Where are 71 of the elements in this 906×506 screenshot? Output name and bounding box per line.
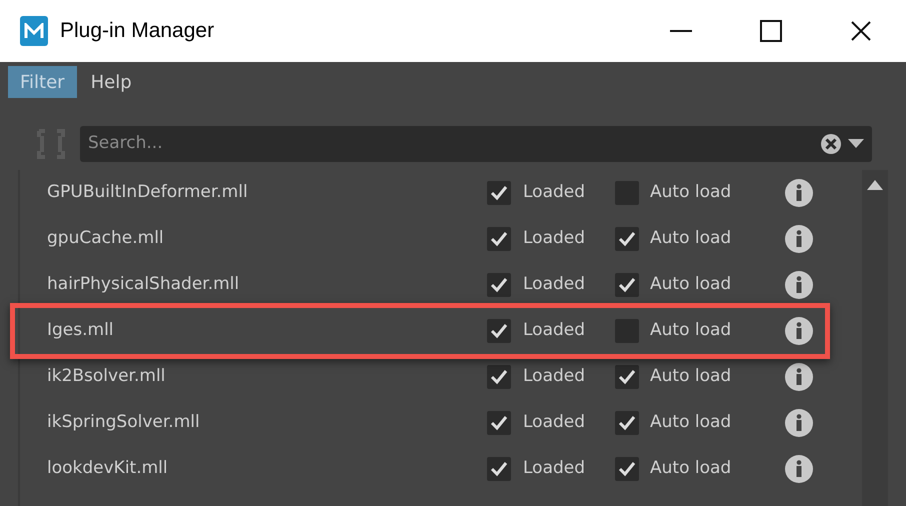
app-logo-icon xyxy=(20,16,48,46)
auto-load-label: Auto load xyxy=(650,365,732,388)
plugin-name: lookdevKit.mll xyxy=(47,457,169,480)
checkbox[interactable] xyxy=(615,457,639,481)
checkbox[interactable] xyxy=(615,227,639,251)
info-icon[interactable] xyxy=(785,225,813,253)
checkmark-icon xyxy=(618,461,636,477)
loaded-label: Loaded xyxy=(523,181,586,204)
plugin-row[interactable]: Iges.mll Loaded Auto load xyxy=(10,303,830,359)
scrollbar[interactable] xyxy=(862,170,888,506)
loaded-label: Loaded xyxy=(523,411,586,434)
search-field[interactable]: Search... xyxy=(80,126,872,162)
dropdown-caret-icon[interactable] xyxy=(848,139,864,149)
plugin-name: ikSpringSolver.mll xyxy=(47,411,201,434)
close-icon xyxy=(850,20,872,42)
checkbox[interactable] xyxy=(615,181,639,205)
checkbox[interactable] xyxy=(487,181,511,205)
info-icon[interactable] xyxy=(785,455,813,483)
auto-load-label: Auto load xyxy=(650,227,732,250)
checkmark-icon xyxy=(618,277,636,293)
plugin-row[interactable]: lookdevKit.mll Loaded Auto load xyxy=(20,446,862,492)
checkmark-icon xyxy=(490,277,508,293)
loaded-label: Loaded xyxy=(523,319,586,342)
info-icon[interactable] xyxy=(785,179,813,207)
plugin-row[interactable]: ikSpringSolver.mll Loaded Auto load xyxy=(20,400,862,446)
auto-load-label: Auto load xyxy=(650,411,732,434)
menu-item[interactable]: Help xyxy=(78,66,144,98)
checkbox[interactable] xyxy=(487,365,511,389)
plugin-name: hairPhysicalShader.mll xyxy=(47,273,240,296)
checkmark-icon xyxy=(490,231,508,247)
checkmark-icon xyxy=(618,369,636,385)
plugin-name: gpuCache.mll xyxy=(47,227,165,250)
checkbox[interactable] xyxy=(615,411,639,435)
checkmark-icon xyxy=(618,415,636,431)
clear-icon[interactable] xyxy=(820,133,842,155)
checkbox[interactable] xyxy=(487,273,511,297)
checkbox[interactable] xyxy=(487,457,511,481)
checkmark-icon xyxy=(490,415,508,431)
search-input[interactable]: Search... xyxy=(88,131,820,157)
checkbox[interactable] xyxy=(615,365,639,389)
window-title: Plug-in Manager xyxy=(60,18,214,44)
checkmark-icon xyxy=(490,323,508,339)
checkbox[interactable] xyxy=(615,319,639,343)
maximize-icon xyxy=(760,20,782,42)
checkmark-icon xyxy=(618,231,636,247)
loaded-label: Loaded xyxy=(523,457,586,480)
info-icon[interactable] xyxy=(785,271,813,299)
scroll-up-icon[interactable] xyxy=(867,180,883,190)
checkmark-icon xyxy=(490,461,508,477)
checkbox[interactable] xyxy=(487,411,511,435)
auto-load-label: Auto load xyxy=(650,181,732,204)
info-icon[interactable] xyxy=(785,317,813,345)
plugin-name: Iges.mll xyxy=(47,319,115,342)
checkbox[interactable] xyxy=(487,227,511,251)
loaded-label: Loaded xyxy=(523,227,586,250)
plugin-row[interactable]: GPUBuiltInDeformer.mll Loaded Auto load xyxy=(20,170,862,216)
info-icon[interactable] xyxy=(785,363,813,391)
checkbox[interactable] xyxy=(487,319,511,343)
plugin-name: GPUBuiltInDeformer.mll xyxy=(47,181,249,204)
auto-load-label: Auto load xyxy=(650,457,732,480)
auto-load-label: Auto load xyxy=(650,319,732,342)
plugin-row[interactable]: gpuCache.mll Loaded Auto load xyxy=(20,216,862,262)
auto-load-label: Auto load xyxy=(650,273,732,296)
info-icon[interactable] xyxy=(785,409,813,437)
plugin-name: ik2Bsolver.mll xyxy=(47,365,166,388)
checkmark-icon xyxy=(490,369,508,385)
checkbox[interactable] xyxy=(615,273,639,297)
loaded-label: Loaded xyxy=(523,273,586,296)
minimize-icon xyxy=(670,30,692,32)
loaded-label: Loaded xyxy=(523,365,586,388)
checkmark-icon xyxy=(490,185,508,201)
